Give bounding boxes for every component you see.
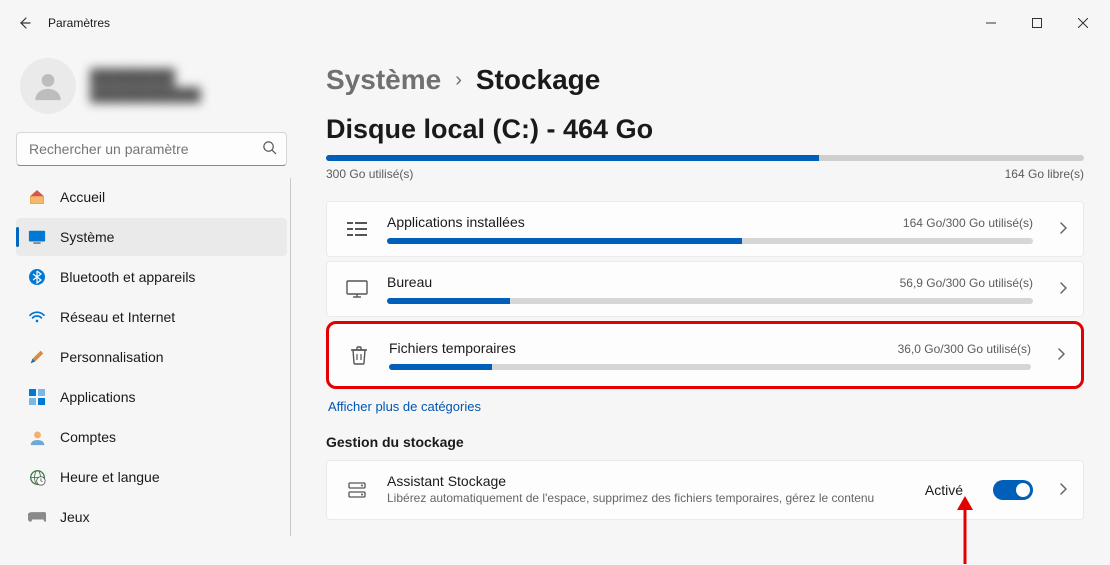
sidebar-item-bluetooth[interactable]: Bluetooth et appareils (16, 258, 287, 296)
search-input[interactable] (16, 132, 287, 166)
search-box[interactable] (16, 132, 287, 166)
sidebar-item-label: Jeux (60, 509, 90, 525)
disk-free-label: 164 Go libre(s) (1005, 167, 1084, 181)
category-row-desktop[interactable]: Bureau 56,9 Go/300 Go utilisé(s) (326, 261, 1084, 317)
close-button[interactable] (1060, 7, 1106, 39)
back-button[interactable] (4, 3, 44, 43)
person-icon (31, 69, 65, 103)
setting-description: Libérez automatiquement de l'espace, sup… (387, 491, 907, 507)
show-more-categories-link[interactable]: Afficher plus de catégories (326, 389, 1084, 434)
disk-usage-bar (326, 155, 1084, 161)
user-display-name: ████████ (90, 68, 201, 88)
close-icon (1078, 18, 1088, 28)
sidebar-item-home[interactable]: Accueil (16, 178, 287, 216)
trash-icon (347, 343, 371, 367)
user-secondary: ████████████ (90, 87, 201, 104)
category-usage: 36,0 Go/300 Go utilisé(s) (898, 342, 1031, 356)
category-bar (387, 238, 1033, 244)
minimize-icon (986, 18, 996, 28)
sidebar-item-label: Système (60, 229, 114, 245)
setting-title: Assistant Stockage (387, 473, 907, 489)
sidebar-item-label: Réseau et Internet (60, 309, 175, 325)
system-icon (28, 228, 46, 246)
sidebar-item-gaming[interactable]: Jeux (16, 498, 287, 536)
breadcrumb-current: Stockage (476, 64, 601, 96)
breadcrumb-parent[interactable]: Système (326, 64, 441, 96)
category-usage: 56,9 Go/300 Go utilisé(s) (900, 276, 1033, 290)
setting-status: Activé (925, 482, 963, 498)
home-icon (28, 188, 46, 206)
category-row-apps[interactable]: Applications installées 164 Go/300 Go ut… (326, 201, 1084, 257)
category-row-temp-files[interactable]: Fichiers temporaires 36,0 Go/300 Go util… (326, 321, 1084, 389)
sidebar-item-system[interactable]: Système (16, 218, 287, 256)
accounts-icon (28, 428, 46, 446)
paintbrush-icon (28, 348, 46, 366)
category-bar (387, 298, 1033, 304)
sidebar-item-apps[interactable]: Applications (16, 378, 287, 416)
apps-icon (28, 388, 46, 406)
sidebar-item-accounts[interactable]: Comptes (16, 418, 287, 456)
chevron-right-icon (1059, 221, 1067, 237)
user-text: ████████ ████████████ (90, 68, 201, 104)
sidebar-item-label: Heure et langue (60, 469, 160, 485)
gamepad-icon (28, 508, 46, 526)
disk-usage-fill (326, 155, 819, 161)
disk-used-label: 300 Go utilisé(s) (326, 167, 413, 181)
bluetooth-icon (28, 268, 46, 286)
installed-apps-icon (345, 217, 369, 241)
desktop-icon (345, 277, 369, 301)
chevron-right-icon: › (455, 69, 462, 92)
breadcrumb: Système › Stockage (326, 64, 1084, 96)
chevron-right-icon (1059, 482, 1067, 498)
sidebar-item-time-language[interactable]: Heure et langue (16, 458, 287, 496)
wifi-icon (28, 308, 46, 326)
sidebar-item-label: Comptes (60, 429, 116, 445)
chevron-right-icon (1057, 347, 1065, 363)
avatar (20, 58, 76, 114)
category-bar (389, 364, 1031, 370)
chevron-right-icon (1059, 281, 1067, 297)
maximize-icon (1032, 18, 1042, 28)
sidebar-item-network[interactable]: Réseau et Internet (16, 298, 287, 336)
sidebar-item-label: Applications (60, 389, 136, 405)
search-icon (262, 140, 277, 158)
back-arrow-icon (16, 15, 32, 31)
clock-globe-icon (28, 468, 46, 486)
category-label: Bureau (387, 274, 432, 290)
maximize-button[interactable] (1014, 7, 1060, 39)
category-label: Applications installées (387, 214, 525, 230)
storage-sense-toggle[interactable] (993, 480, 1033, 500)
disk-title: Disque local (C:) - 464 Go (326, 114, 1084, 145)
storage-sense-row[interactable]: Assistant Stockage Libérez automatiqueme… (326, 460, 1084, 520)
sidebar-item-label: Accueil (60, 189, 105, 205)
sidebar-item-label: Personnalisation (60, 349, 164, 365)
category-label: Fichiers temporaires (389, 340, 516, 356)
storage-management-heading: Gestion du stockage (326, 434, 1084, 450)
category-usage: 164 Go/300 Go utilisé(s) (903, 216, 1033, 230)
minimize-button[interactable] (968, 7, 1014, 39)
window-title: Paramètres (48, 16, 110, 30)
sidebar-item-personalization[interactable]: Personnalisation (16, 338, 287, 376)
sidebar-item-label: Bluetooth et appareils (60, 269, 195, 285)
user-account-row[interactable]: ████████ ████████████ (16, 52, 291, 132)
storage-sense-icon (345, 478, 369, 502)
